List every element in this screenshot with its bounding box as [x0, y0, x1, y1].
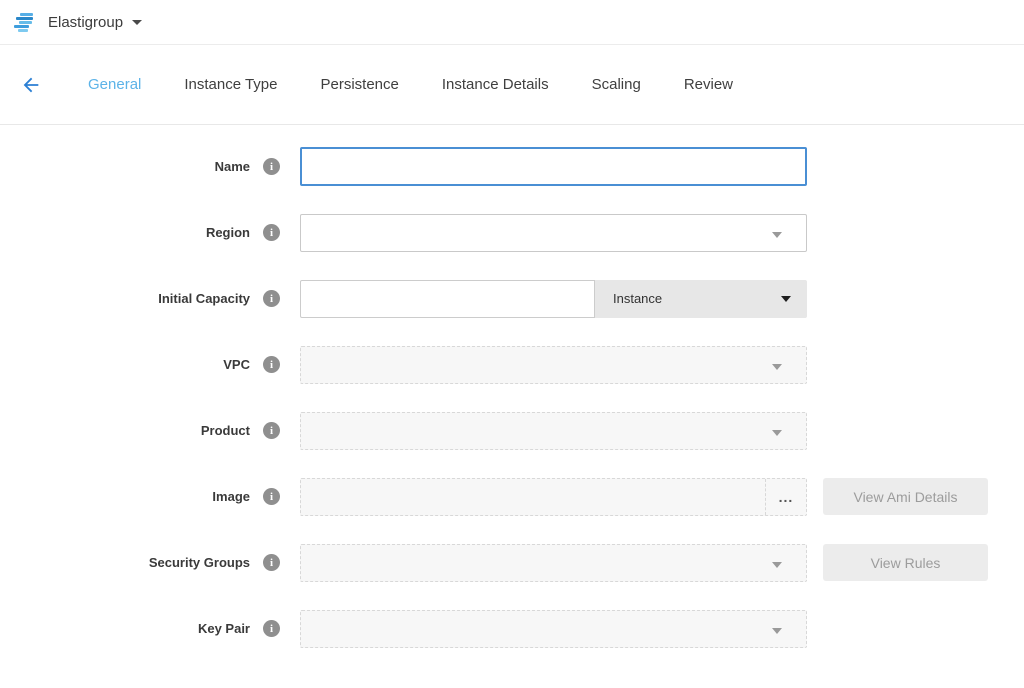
- info-icon[interactable]: i: [263, 554, 280, 571]
- initial-capacity-input[interactable]: [300, 280, 595, 318]
- capacity-unit-select[interactable]: Instance: [595, 280, 807, 318]
- chevron-down-icon: [781, 296, 791, 302]
- image-input: ...: [300, 478, 807, 516]
- key-pair-row: Key Pair i: [0, 609, 1024, 648]
- info-icon[interactable]: i: [263, 356, 280, 373]
- vpc-label: VPC: [0, 357, 250, 372]
- product-switcher-label[interactable]: Elastigroup: [48, 14, 123, 31]
- chevron-down-icon: [772, 562, 782, 568]
- chevron-down-icon: [772, 232, 782, 238]
- security-groups-row: Security Groups i View Rules: [0, 543, 1024, 582]
- general-settings-form: Name i Region i Initial Capacity i Insta…: [0, 125, 1024, 648]
- tab-instance-type[interactable]: Instance Type: [184, 76, 277, 93]
- region-label: Region: [0, 225, 250, 240]
- image-label: Image: [0, 489, 250, 504]
- key-pair-label: Key Pair: [0, 621, 250, 636]
- top-bar: Elastigroup: [0, 0, 1024, 45]
- view-rules-button[interactable]: View Rules: [823, 544, 988, 581]
- tab-review[interactable]: Review: [684, 76, 733, 93]
- chevron-down-icon: [772, 364, 782, 370]
- name-label: Name: [0, 159, 250, 174]
- info-icon[interactable]: i: [263, 488, 280, 505]
- product-select: [300, 412, 807, 450]
- tab-general[interactable]: General: [88, 76, 141, 93]
- wizard-tabs: General Instance Type Persistence Instan…: [88, 76, 733, 93]
- security-groups-select: [300, 544, 807, 582]
- elastigroup-logo-icon[interactable]: [14, 13, 38, 32]
- image-browse-button[interactable]: ...: [765, 479, 806, 515]
- info-icon[interactable]: i: [263, 620, 280, 637]
- chevron-down-icon: [772, 430, 782, 436]
- name-input[interactable]: [300, 147, 807, 186]
- wizard-tab-bar: General Instance Type Persistence Instan…: [0, 45, 1024, 125]
- chevron-down-icon: [772, 628, 782, 634]
- initial-capacity-row: Initial Capacity i Instance: [0, 279, 1024, 318]
- image-value: [301, 479, 765, 515]
- image-row: Image i ... View Ami Details: [0, 477, 1024, 516]
- security-groups-label: Security Groups: [0, 555, 250, 570]
- info-icon[interactable]: i: [263, 422, 280, 439]
- product-row: Product i: [0, 411, 1024, 450]
- info-icon[interactable]: i: [263, 290, 280, 307]
- name-row: Name i: [0, 147, 1024, 186]
- region-select[interactable]: [300, 214, 807, 252]
- tab-instance-details[interactable]: Instance Details: [442, 76, 549, 93]
- region-row: Region i: [0, 213, 1024, 252]
- product-label: Product: [0, 423, 250, 438]
- vpc-select: [300, 346, 807, 384]
- key-pair-select: [300, 610, 807, 648]
- chevron-down-icon[interactable]: [132, 20, 142, 25]
- tab-scaling[interactable]: Scaling: [592, 76, 641, 93]
- tab-persistence[interactable]: Persistence: [321, 76, 399, 93]
- initial-capacity-label: Initial Capacity: [0, 291, 250, 306]
- capacity-unit-value: Instance: [613, 291, 662, 306]
- info-icon[interactable]: i: [263, 224, 280, 241]
- view-ami-details-button[interactable]: View Ami Details: [823, 478, 988, 515]
- info-icon[interactable]: i: [263, 158, 280, 175]
- vpc-row: VPC i: [0, 345, 1024, 384]
- back-arrow-icon[interactable]: [20, 74, 42, 96]
